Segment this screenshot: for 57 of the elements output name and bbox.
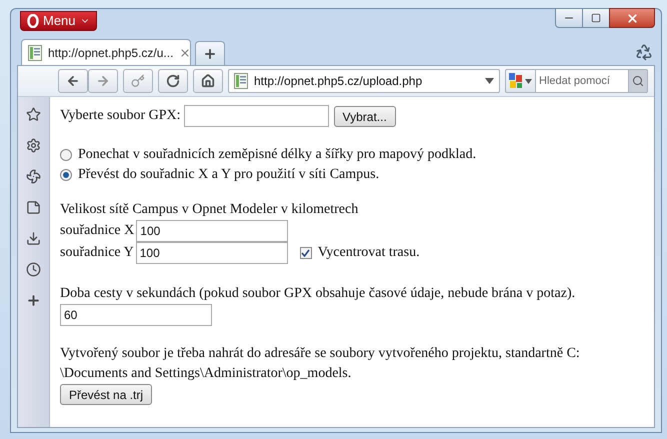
dropdown-icon[interactable] bbox=[485, 78, 494, 84]
search-button[interactable] bbox=[628, 69, 648, 93]
close-icon bbox=[626, 12, 638, 24]
coordinate-field[interactable]: 100 bbox=[136, 242, 288, 264]
history-icon[interactable] bbox=[26, 262, 41, 277]
address-field[interactable]: http://opnet.php5.cz/upload.php bbox=[228, 69, 500, 93]
tab-title: http://opnet.php5.cz/u... bbox=[48, 44, 174, 62]
coordinate-field[interactable]: 100 bbox=[136, 220, 288, 242]
dropdown-icon[interactable] bbox=[525, 78, 532, 84]
note-text: \Documents and Settings\Administrator\op_models. bbox=[60, 365, 352, 383]
fan-icon[interactable] bbox=[26, 169, 41, 184]
reload-icon bbox=[166, 74, 180, 88]
duration-field[interactable]: 60 bbox=[60, 304, 212, 326]
key-icon bbox=[131, 74, 145, 88]
plus-icon bbox=[203, 46, 217, 60]
reload-button[interactable] bbox=[158, 69, 188, 93]
search-field[interactable]: Hledat pomocí bbox=[536, 69, 628, 93]
radio-label: Převést do souřadnic X a Y pro použití v síti Campus. bbox=[78, 166, 380, 184]
duration-label: Doba cesty v sekundách (pokud soubor GPX obsahuje časové údaje, nebude brána v potaz). bbox=[60, 285, 576, 303]
file-label: Vyberte soubor GPX: bbox=[60, 107, 181, 125]
checkbox[interactable] bbox=[300, 247, 312, 259]
size-heading: Velikost sítě Campus v Opnet Modeler v kilometrech bbox=[60, 201, 360, 219]
search-engine-button[interactable] bbox=[505, 69, 536, 93]
field-label: souřadnice X bbox=[60, 222, 134, 240]
radio-button[interactable] bbox=[60, 149, 72, 161]
settings-icon[interactable] bbox=[26, 138, 41, 153]
logo-icon bbox=[27, 14, 39, 28]
search-icon bbox=[632, 75, 644, 87]
page-icon bbox=[234, 73, 248, 89]
back-icon bbox=[66, 74, 80, 88]
menu-button[interactable]: Menu bbox=[20, 11, 97, 31]
add-icon[interactable] bbox=[26, 293, 41, 308]
new-tab-button[interactable] bbox=[195, 41, 225, 65]
download-icon[interactable] bbox=[26, 231, 41, 246]
file-field[interactable] bbox=[184, 105, 329, 127]
key-button[interactable] bbox=[123, 69, 153, 93]
maximize-icon bbox=[591, 13, 601, 23]
bookmark-icon[interactable] bbox=[26, 107, 41, 122]
note-text: Vytvořený soubor je třeba nahrát do adresáře se soubory vytvořeného projektu, standartně C: bbox=[60, 345, 581, 363]
back-button[interactable] bbox=[58, 69, 88, 93]
browser-tab[interactable]: http://opnet.php5.cz/u... bbox=[21, 39, 191, 65]
page-icon bbox=[28, 44, 42, 60]
close-tab-icon[interactable] bbox=[179, 46, 192, 58]
convert-button[interactable]: Převést na .trj bbox=[60, 384, 152, 405]
home-button[interactable] bbox=[193, 69, 223, 93]
maximize-button[interactable] bbox=[583, 8, 609, 28]
search-engine-icon bbox=[509, 73, 523, 89]
forward-icon bbox=[96, 74, 110, 88]
radio-button[interactable] bbox=[60, 169, 72, 181]
field-label: souřadnice Y bbox=[60, 244, 134, 262]
home-icon bbox=[201, 74, 215, 88]
close-button[interactable] bbox=[609, 8, 655, 28]
radio-label: Ponechat v souřadnicích zeměpisné délky a šířky pro mapový podklad. bbox=[78, 146, 476, 164]
checkbox-label: Vycentrovat trasu. bbox=[318, 244, 420, 262]
browse-button[interactable]: Vybrat... bbox=[334, 106, 396, 126]
note-icon[interactable] bbox=[26, 200, 41, 215]
trash-icon[interactable] bbox=[635, 43, 653, 61]
